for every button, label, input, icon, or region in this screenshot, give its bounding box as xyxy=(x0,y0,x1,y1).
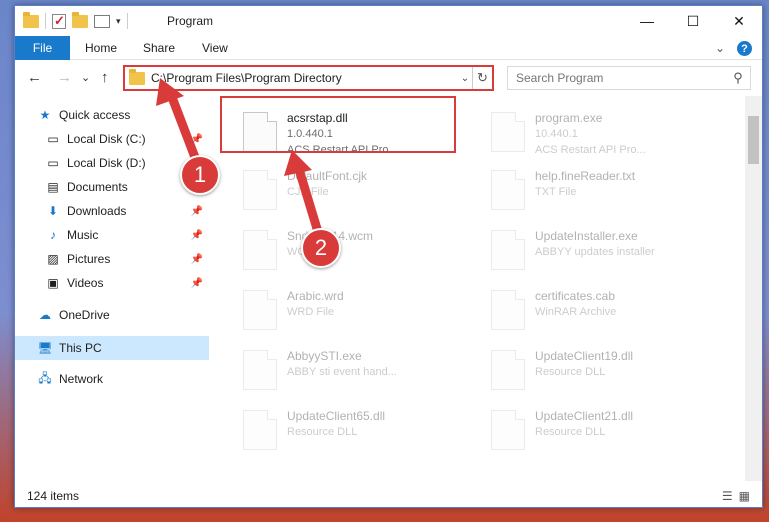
annotation-arrows xyxy=(156,78,323,237)
arrow-2 xyxy=(293,161,323,237)
step-1-badge: 1 xyxy=(180,155,220,195)
arrow-2-head xyxy=(284,150,312,176)
step-2-badge: 2 xyxy=(301,228,341,268)
arrow-1 xyxy=(165,87,201,165)
